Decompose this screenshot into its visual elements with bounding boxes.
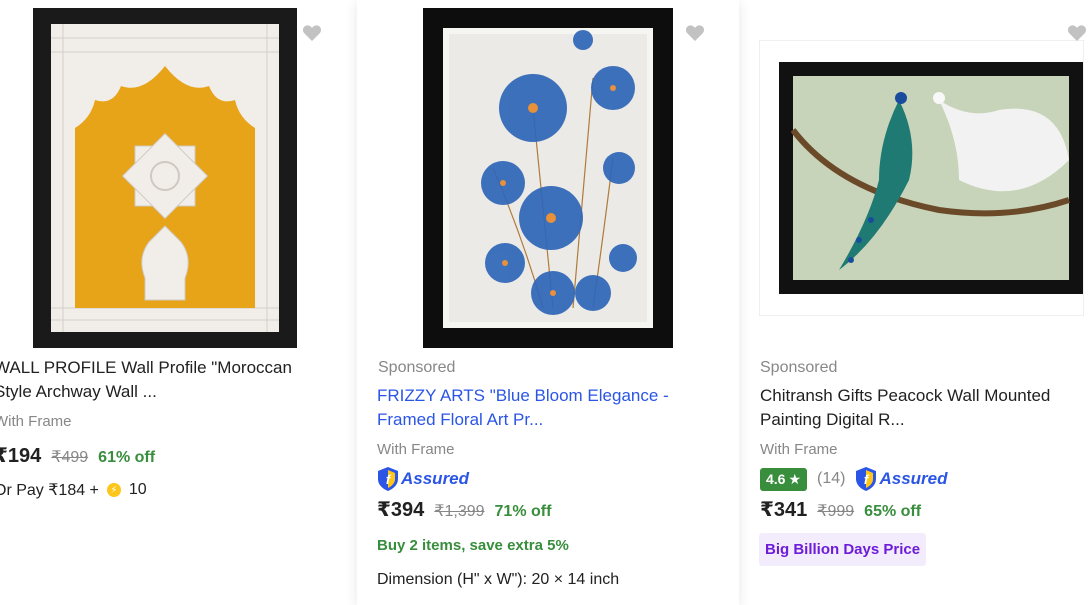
product-title[interactable]: Chitransh Gifts Peacock Wall Mounted Pai… <box>760 384 1080 432</box>
bank-offer-text: Buy 2 items, save extra 5% <box>377 537 569 554</box>
original-price: ₹999 <box>817 503 855 520</box>
sponsored-label: Sponsored <box>760 359 838 376</box>
discount-percent: 61% off <box>98 449 156 466</box>
assured-badge: f Assured <box>377 466 469 492</box>
product-title[interactable]: FRIZZY ARTS "Blue Bloom Elegance - Frame… <box>377 384 707 432</box>
product-card[interactable]: Sponsored Chitransh Gifts Peacock Wall M… <box>740 0 1092 605</box>
product-image[interactable] <box>759 40 1084 316</box>
product-image[interactable] <box>423 8 673 348</box>
product-card[interactable]: WALL PROFILE Wall Profile "Moroccan Styl… <box>0 0 340 605</box>
coin-offer-text: Or Pay ₹184 + <box>0 482 99 499</box>
sponsored-label: Sponsored <box>378 359 456 376</box>
selling-price: ₹341 <box>760 499 808 521</box>
original-price: ₹499 <box>51 449 89 466</box>
product-variant: With Frame <box>377 441 455 458</box>
selling-price: ₹394 <box>377 499 425 521</box>
selling-price: ₹194 <box>0 445 42 467</box>
price-row: ₹394 ₹1,399 71% off <box>377 497 551 522</box>
assured-shield-icon: f <box>856 467 877 491</box>
rating-value: 4.6 <box>766 471 786 487</box>
star-icon: ★ <box>788 470 802 487</box>
original-price: ₹1,399 <box>434 503 485 520</box>
product-card[interactable]: Sponsored FRIZZY ARTS "Blue Bloom Elegan… <box>357 0 739 605</box>
product-variant: With Frame <box>760 441 838 458</box>
wishlist-heart-icon[interactable] <box>302 24 322 42</box>
assured-badge: f Assured <box>855 466 948 492</box>
coin-count: 10 <box>128 481 147 498</box>
product-image[interactable] <box>33 8 297 348</box>
wishlist-heart-icon[interactable] <box>1067 24 1087 42</box>
wishlist-heart-icon[interactable] <box>685 24 705 42</box>
price-row: ₹194 ₹499 61% off <box>0 443 155 468</box>
discount-percent: 65% off <box>864 503 922 520</box>
supercoin-offer: Or Pay ₹184 + ⚡ 10 <box>0 480 147 500</box>
assured-label: Assured <box>879 469 948 488</box>
supercoin-icon: ⚡ <box>106 483 121 497</box>
assured-shield-icon: f <box>378 467 398 491</box>
dimension-spec: Dimension (H" x W"): 20 × 14 inch <box>377 571 620 588</box>
rating-badge: 4.6 ★ <box>760 467 808 491</box>
product-title[interactable]: WALL PROFILE Wall Profile "Moroccan Styl… <box>0 356 314 404</box>
price-row: ₹341 ₹999 65% off <box>760 497 921 522</box>
assured-label: Assured <box>401 469 470 488</box>
product-variant: With Frame <box>0 413 72 430</box>
big-billion-days-badge: Big Billion Days Price <box>759 533 927 566</box>
rating-row: 4.6 ★ (14) f Assured <box>760 466 948 492</box>
discount-percent: 71% off <box>494 503 552 520</box>
rating-count: (14) <box>817 470 846 487</box>
